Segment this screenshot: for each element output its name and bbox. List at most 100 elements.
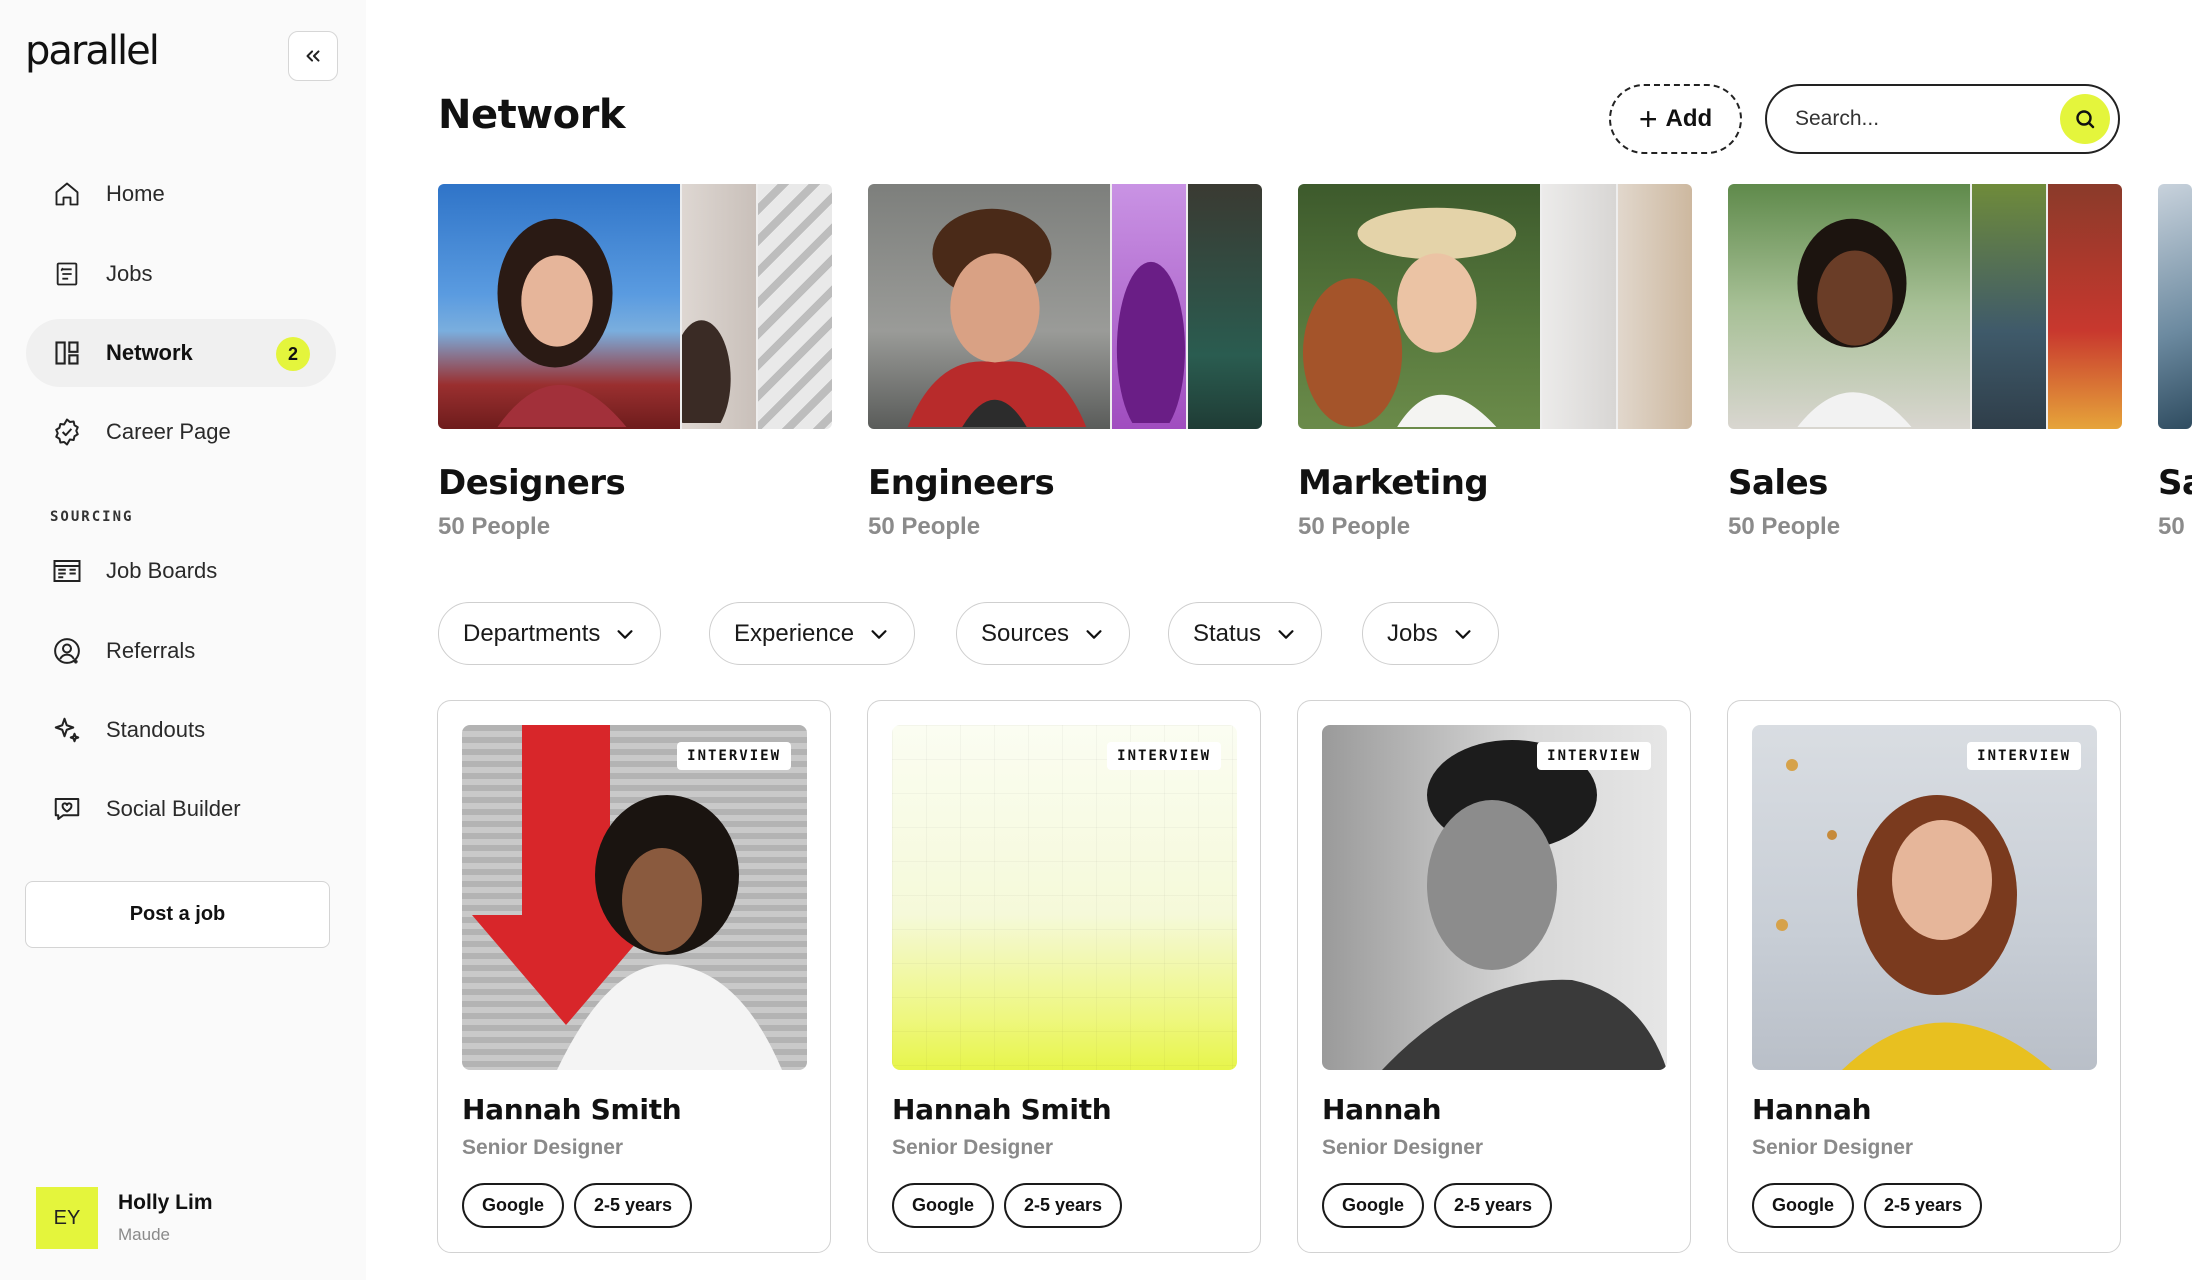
candidate-role: Senior Designer (462, 1136, 624, 1159)
tag-company: Google (462, 1183, 564, 1228)
status-badge: INTERVIEW (1967, 742, 2081, 770)
status-badge: INTERVIEW (677, 742, 791, 770)
chevron-down-icon (1452, 623, 1474, 645)
sidebar: parallel Home Jobs Network 2 Career Page… (0, 0, 366, 1280)
sidebar-item-career-page[interactable]: Career Page (26, 398, 336, 466)
candidate-role: Senior Designer (1322, 1136, 1484, 1159)
sparkle-icon (52, 715, 82, 745)
tag-experience: 2-5 years (1434, 1183, 1553, 1228)
filter-label: Status (1193, 619, 1262, 647)
group-card-sales[interactable]: Sales 50 People (1728, 184, 2122, 541)
tag-experience: 2-5 years (1864, 1183, 1983, 1228)
group-count: 50 People (1728, 513, 1841, 540)
section-label-sourcing: SOURCING (50, 509, 134, 525)
sidebar-item-label: Standouts (106, 717, 206, 742)
status-badge: INTERVIEW (1537, 742, 1651, 770)
sidebar-item-label: Social Builder (106, 796, 241, 821)
add-button-label: Add (1665, 105, 1713, 132)
tag-company: Google (1752, 1183, 1854, 1228)
filter-status[interactable]: Status (1168, 602, 1323, 665)
page-title: Network (438, 92, 626, 138)
search-bar (1765, 84, 2120, 154)
tag-company: Google (1322, 1183, 1424, 1228)
group-title: Designers (438, 463, 626, 503)
candidate-name: Hannah Smith (462, 1093, 682, 1126)
candidate-role: Senior Designer (892, 1136, 1054, 1159)
tag-experience: 2-5 years (574, 1183, 693, 1228)
chevron-down-icon (868, 623, 890, 645)
sidebar-item-home[interactable]: Home (26, 160, 336, 228)
chevrons-left-icon (306, 50, 320, 62)
app-logo[interactable]: parallel (25, 28, 160, 74)
filter-sources[interactable]: Sources (956, 602, 1131, 665)
filter-experience[interactable]: Experience (709, 602, 916, 665)
group-title: Sa (2158, 463, 2192, 503)
group-photo-collage (1298, 184, 1692, 429)
sidebar-item-label: Job Boards (106, 558, 218, 583)
group-count: 50 People (868, 513, 981, 540)
chevron-down-icon (1083, 623, 1105, 645)
candidate-name: Hannah (1752, 1093, 1872, 1126)
group-title: Engineers (868, 463, 1055, 503)
sidebar-item-label: Home (106, 181, 165, 206)
candidate-card[interactable]: INTERVIEW Hannah Smith Senior Designer G… (867, 700, 1261, 1253)
home-icon (52, 179, 82, 209)
sidebar-item-label: Career Page (106, 419, 231, 444)
avatar: EY (36, 1187, 98, 1249)
chevron-down-icon (614, 623, 636, 645)
search-input[interactable] (1795, 107, 2035, 131)
group-count: 50 People (1298, 513, 1411, 540)
candidate-role: Senior Designer (1752, 1136, 1914, 1159)
group-title: Marketing (1298, 463, 1489, 503)
collapse-sidebar-button[interactable] (288, 31, 338, 81)
group-card-marketing[interactable]: Marketing 50 People (1298, 184, 1692, 541)
tag-experience: 2-5 years (1004, 1183, 1123, 1228)
candidate-photo: INTERVIEW (1752, 725, 2097, 1070)
sidebar-item-referrals[interactable]: Referrals (26, 617, 336, 685)
job-board-icon (52, 556, 82, 586)
chat-heart-icon (52, 794, 82, 824)
candidate-name: Hannah Smith (892, 1093, 1112, 1126)
sidebar-item-label: Network (106, 340, 193, 365)
sidebar-item-standouts[interactable]: Standouts (26, 696, 336, 764)
filter-label: Sources (981, 619, 1070, 647)
sidebar-item-network[interactable]: Network 2 (26, 319, 336, 387)
network-icon (52, 338, 82, 368)
search-icon (2076, 110, 2095, 129)
candidate-card[interactable]: INTERVIEW Hannah Senior Designer Google … (1727, 700, 2121, 1253)
candidate-card[interactable]: INTERVIEW Hannah Smith Senior Designer G… (437, 700, 831, 1253)
group-photo-collage (1728, 184, 2122, 429)
search-button[interactable] (2060, 94, 2110, 144)
candidate-photo: INTERVIEW (1322, 725, 1667, 1070)
user-profile[interactable]: EY Holly Lim Maude (36, 1187, 213, 1249)
add-button[interactable]: + Add (1609, 84, 1742, 154)
filter-label: Departments (463, 619, 601, 647)
filter-label: Experience (734, 619, 855, 647)
chevron-down-icon (1275, 623, 1297, 645)
group-card-engineers[interactable]: Engineers 50 People (868, 184, 1262, 541)
candidate-card[interactable]: INTERVIEW Hannah Senior Designer Google … (1297, 700, 1691, 1253)
group-card-designers[interactable]: Designers 50 People (438, 184, 832, 541)
sidebar-item-label: Jobs (106, 261, 153, 286)
sidebar-item-label: Referrals (106, 638, 196, 663)
post-job-button[interactable]: Post a job (25, 881, 330, 948)
filter-jobs[interactable]: Jobs (1362, 602, 1499, 665)
plus-icon: + (1638, 101, 1658, 137)
status-badge: INTERVIEW (1107, 742, 1221, 770)
filter-label: Jobs (1387, 619, 1438, 647)
candidate-photo-placeholder: INTERVIEW (892, 725, 1237, 1070)
badge-check-icon (52, 417, 82, 447)
group-count: 50 (2158, 513, 2185, 540)
group-title: Sales (1728, 463, 1828, 503)
sidebar-item-jobs[interactable]: Jobs (26, 240, 336, 308)
candidate-photo: INTERVIEW (462, 725, 807, 1070)
referral-icon (52, 636, 82, 666)
filter-departments[interactable]: Departments (438, 602, 662, 665)
notification-badge: 2 (276, 337, 310, 371)
tag-company: Google (892, 1183, 994, 1228)
sidebar-item-social-builder[interactable]: Social Builder (26, 775, 336, 843)
sidebar-item-job-boards[interactable]: Job Boards (26, 537, 336, 605)
group-count: 50 People (438, 513, 551, 540)
clipboard-icon (52, 259, 82, 289)
group-card-partial[interactable]: Sa 50 (2158, 184, 2192, 541)
